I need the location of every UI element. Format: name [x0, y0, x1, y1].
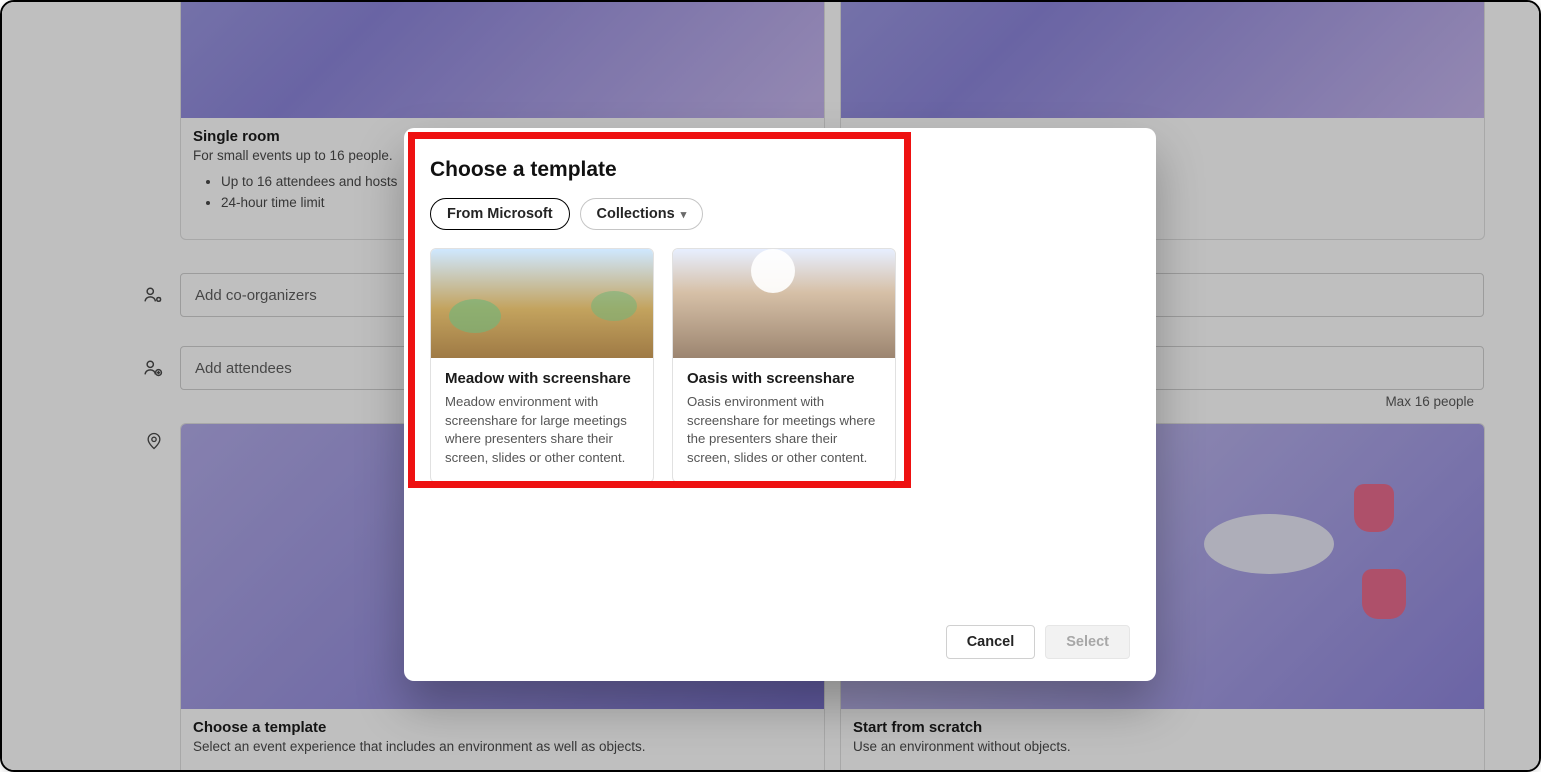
chip-collections-label: Collections	[597, 206, 675, 222]
select-button: Select	[1045, 625, 1130, 659]
select-button-label: Select	[1066, 634, 1109, 650]
co-organizers-icon	[142, 284, 164, 306]
chip-from-microsoft-label: From Microsoft	[447, 206, 553, 222]
choose-template-title: Choose a template	[181, 709, 824, 738]
cancel-button-label: Cancel	[967, 634, 1015, 650]
cancel-button[interactable]: Cancel	[946, 625, 1036, 659]
template-card-meadow[interactable]: Meadow with screenshare Meadow environme…	[430, 248, 654, 483]
chip-from-microsoft[interactable]: From Microsoft	[430, 198, 570, 230]
chip-collections[interactable]: Collections ▾	[580, 198, 704, 230]
choose-template-subtitle: Select an event experience that includes…	[181, 738, 824, 763]
source-chips: From Microsoft Collections ▾	[430, 198, 1130, 230]
template-thumb-meadow	[431, 249, 653, 358]
co-organizers-placeholder: Add co-organizers	[195, 287, 317, 304]
chevron-down-icon: ▾	[681, 208, 687, 221]
location-icon	[144, 430, 164, 452]
choose-template-modal: Choose a template From Microsoft Collect…	[404, 128, 1156, 681]
template-title: Oasis with screenshare	[687, 370, 881, 387]
attendees-icon	[142, 357, 164, 379]
template-desc: Oasis environment with screenshare for m…	[687, 393, 881, 468]
modal-actions: Cancel Select	[430, 625, 1130, 659]
multi-room-thumb	[841, 0, 1484, 118]
modal-title: Choose a template	[430, 158, 1130, 182]
start-scratch-title: Start from scratch	[841, 709, 1484, 738]
template-card-oasis[interactable]: Oasis with screenshare Oasis environment…	[672, 248, 896, 483]
attendees-hint: Max 16 people	[1385, 394, 1474, 409]
single-room-thumb	[181, 0, 824, 118]
start-scratch-subtitle: Use an environment without objects.	[841, 738, 1484, 763]
template-desc: Meadow environment with screenshare for …	[445, 393, 639, 468]
attendees-placeholder: Add attendees	[195, 360, 292, 377]
template-thumb-oasis	[673, 249, 895, 358]
template-title: Meadow with screenshare	[445, 370, 639, 387]
template-list: Meadow with screenshare Meadow environme…	[430, 248, 1130, 483]
